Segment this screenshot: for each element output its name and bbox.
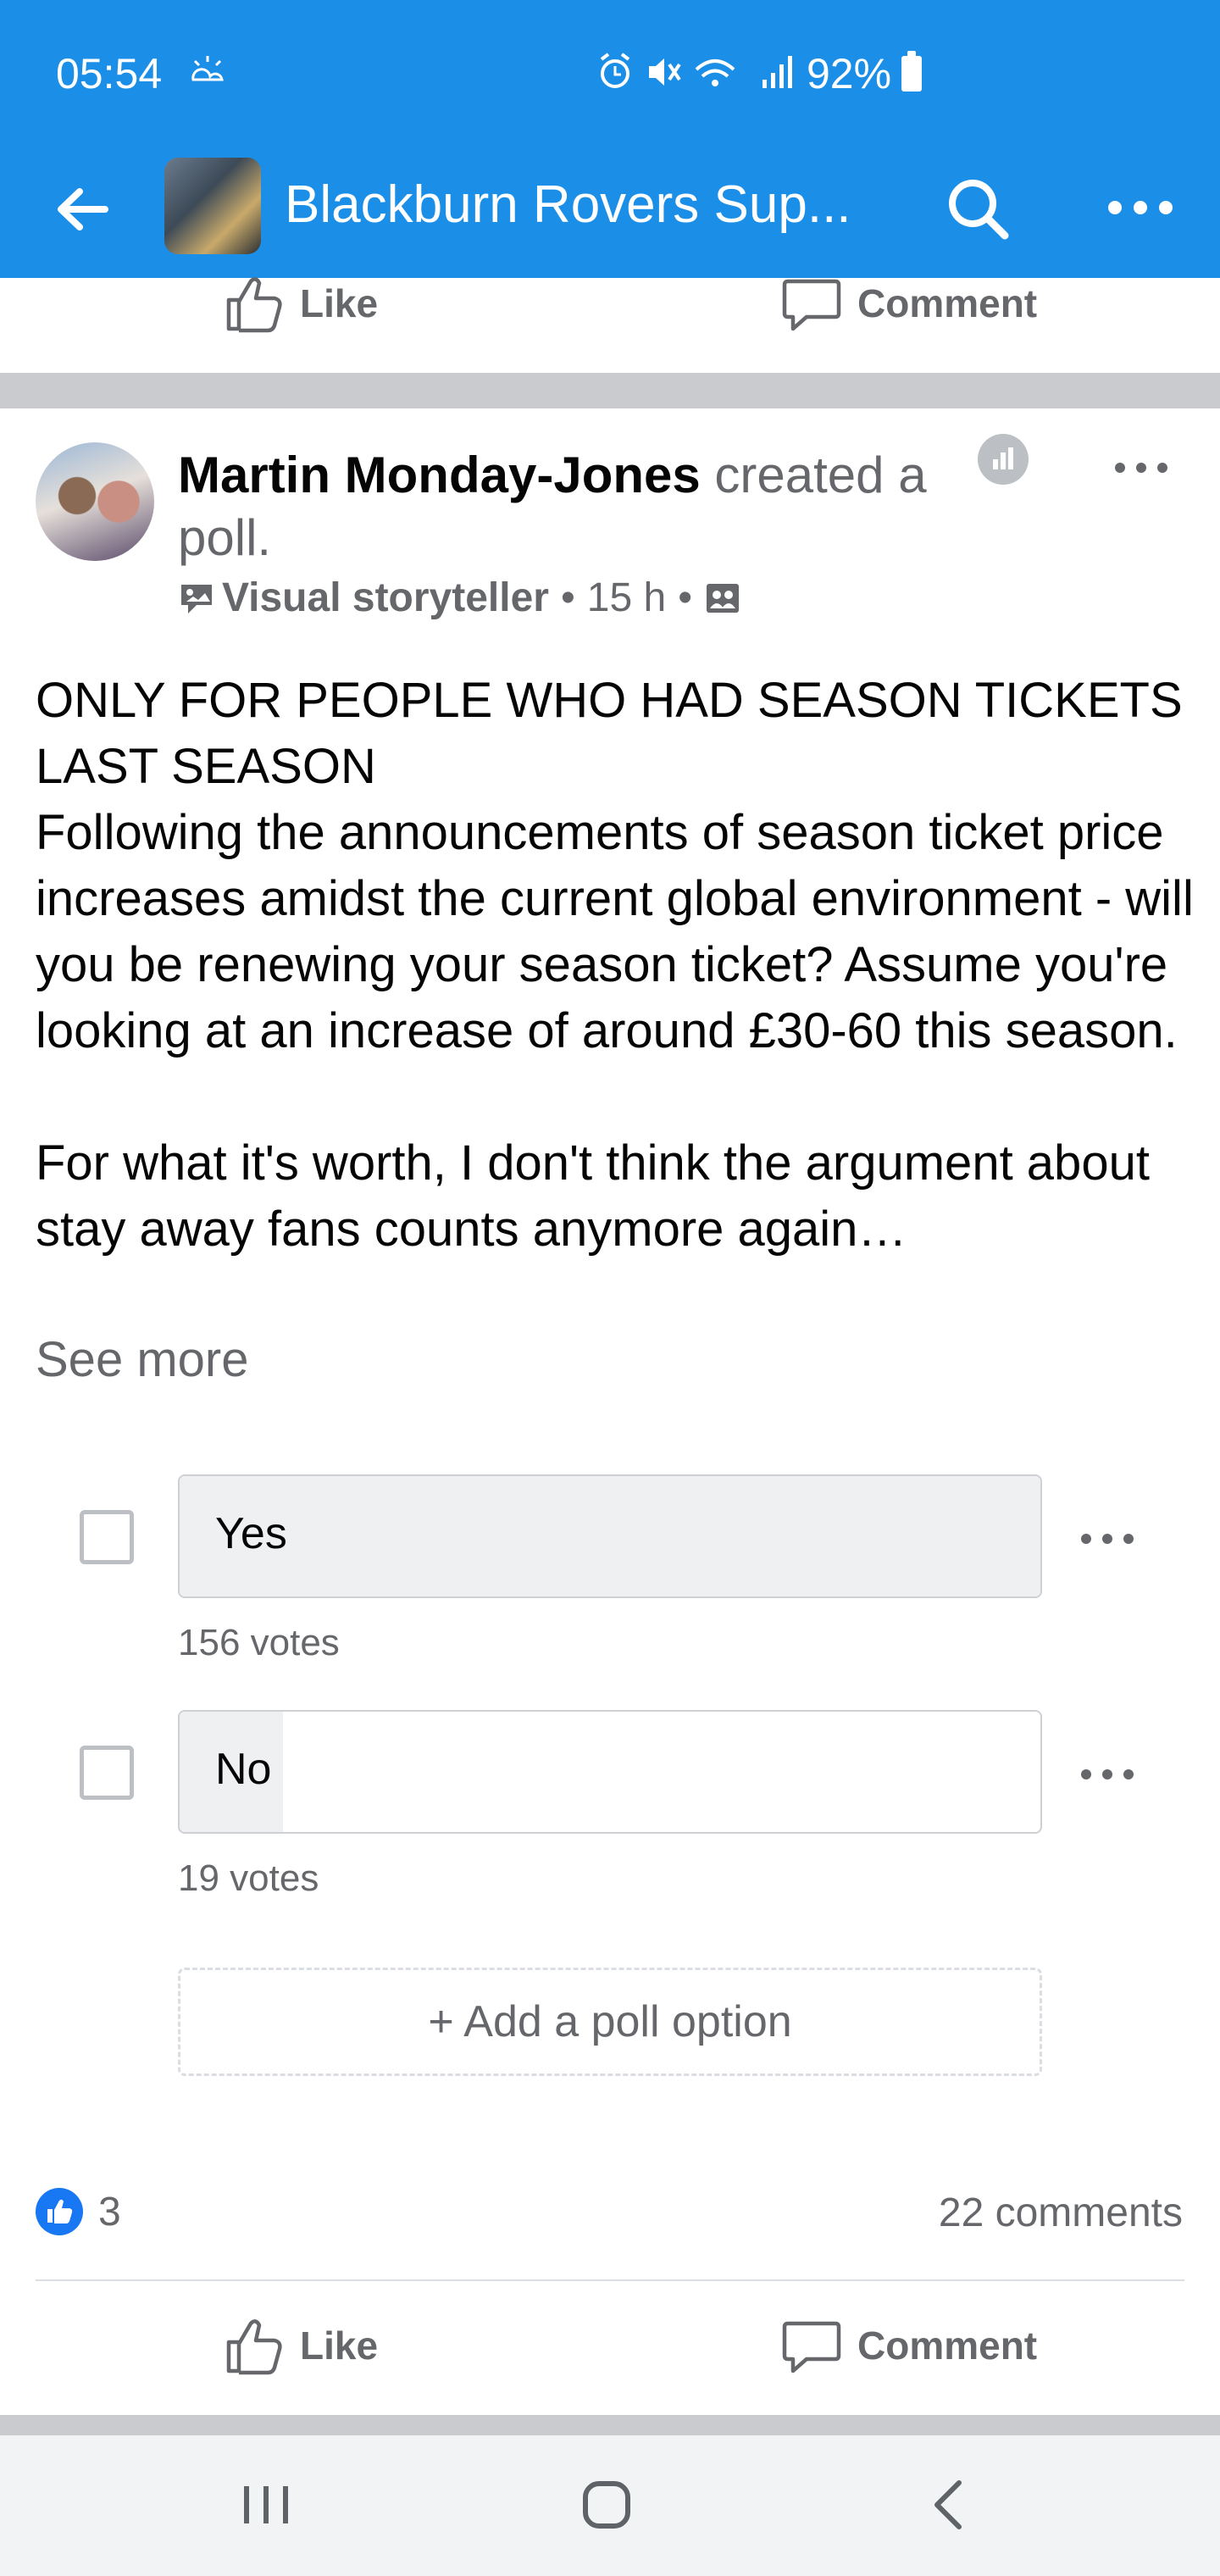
status-icons bbox=[600, 53, 792, 88]
post-more-icon[interactable] bbox=[1113, 458, 1169, 478]
reaction-summary[interactable]: 3 bbox=[36, 2188, 121, 2235]
feed-divider bbox=[0, 2415, 1220, 2435]
more-options-icon[interactable] bbox=[1106, 195, 1174, 220]
author-avatar[interactable] bbox=[36, 442, 154, 561]
alarm-icon bbox=[600, 53, 630, 88]
comment-icon bbox=[782, 279, 841, 331]
poll-icon bbox=[978, 434, 1029, 485]
poll-option-more-icon[interactable] bbox=[1079, 1764, 1135, 1785]
like-label: Like bbox=[300, 281, 379, 325]
actions-divider bbox=[36, 2279, 1184, 2281]
poll-option-label: Yes bbox=[215, 1509, 287, 1558]
thumbs-up-icon bbox=[226, 2319, 282, 2375]
thumbs-up-icon bbox=[47, 2199, 73, 2223]
post-body: ONLY FOR PEOPLE WHO HAD SEASON TICKETS L… bbox=[36, 673, 1194, 1257]
meta-separator: • bbox=[678, 575, 693, 620]
search-icon[interactable] bbox=[942, 173, 1013, 244]
group-audience-icon bbox=[707, 583, 740, 613]
poll-checkbox[interactable] bbox=[80, 1746, 134, 1800]
like-button[interactable]: Like bbox=[224, 273, 378, 334]
comments-count[interactable]: 22 comments bbox=[939, 2190, 1183, 2236]
recent-apps-icon[interactable] bbox=[241, 2483, 291, 2527]
poll-option-more-icon[interactable] bbox=[1079, 1529, 1135, 1549]
feed-divider bbox=[0, 373, 1220, 408]
app-bar: Blackburn Rovers Sup... bbox=[0, 144, 1220, 278]
system-nav-bar bbox=[0, 2435, 1220, 2576]
post-header: Martin Monday-Jones created a poll. bbox=[178, 444, 991, 569]
home-icon[interactable] bbox=[581, 2479, 632, 2530]
add-poll-option-button[interactable]: + Add a poll option bbox=[178, 1968, 1042, 2076]
comment-button[interactable]: Comment bbox=[781, 2315, 1037, 2376]
poll-vote-count[interactable]: 156 votes bbox=[178, 1622, 340, 1664]
see-more-link[interactable]: See more bbox=[36, 1327, 248, 1393]
poll-post: Martin Monday-Jones created a poll. Visu… bbox=[0, 408, 1220, 2415]
poll-checkbox[interactable] bbox=[80, 1510, 134, 1564]
battery-icon bbox=[901, 51, 922, 92]
signal-icon bbox=[762, 56, 792, 88]
poll-option-no[interactable]: No bbox=[0, 1710, 1220, 1837]
thumbs-up-icon bbox=[226, 277, 282, 333]
like-label: Like bbox=[300, 2323, 379, 2368]
back-arrow-icon[interactable] bbox=[53, 180, 112, 239]
weather-icon bbox=[191, 56, 224, 81]
group-title[interactable]: Blackburn Rovers Sup... bbox=[285, 175, 878, 235]
previous-post-actions: Like Comment bbox=[0, 277, 1220, 373]
poll-option-yes[interactable]: Yes bbox=[0, 1474, 1220, 1602]
wifi-icon bbox=[695, 59, 735, 86]
status-bar: 05:54 92% bbox=[0, 0, 1220, 144]
storyteller-badge-icon bbox=[181, 584, 212, 613]
author-name[interactable]: Martin Monday-Jones bbox=[178, 447, 701, 503]
poll-result-fill bbox=[180, 1476, 1040, 1596]
poll-option-label: No bbox=[215, 1745, 272, 1794]
poll-vote-count[interactable]: 19 votes bbox=[178, 1857, 319, 1900]
mute-icon bbox=[649, 58, 681, 86]
status-time: 05:54 bbox=[56, 50, 163, 97]
storyteller-badge: Visual storyteller bbox=[222, 575, 549, 620]
like-reaction-icon bbox=[36, 2188, 83, 2235]
meta-separator: • bbox=[560, 575, 575, 620]
post-meta: Visual storyteller • 15 h • bbox=[178, 575, 741, 621]
poll-option-bar[interactable]: No bbox=[178, 1710, 1042, 1834]
poll-option-bar[interactable]: Yes bbox=[178, 1474, 1042, 1598]
comment-button[interactable]: Comment bbox=[781, 273, 1037, 334]
group-avatar[interactable] bbox=[164, 158, 261, 254]
comment-label: Comment bbox=[857, 2323, 1038, 2368]
like-button[interactable]: Like bbox=[224, 2315, 378, 2376]
back-icon[interactable] bbox=[929, 2478, 966, 2532]
reaction-count: 3 bbox=[98, 2189, 121, 2235]
comment-icon bbox=[782, 2321, 841, 2373]
battery-percent: 92% bbox=[807, 50, 892, 97]
comment-label: Comment bbox=[857, 281, 1038, 325]
post-time[interactable]: 15 h bbox=[587, 575, 666, 621]
